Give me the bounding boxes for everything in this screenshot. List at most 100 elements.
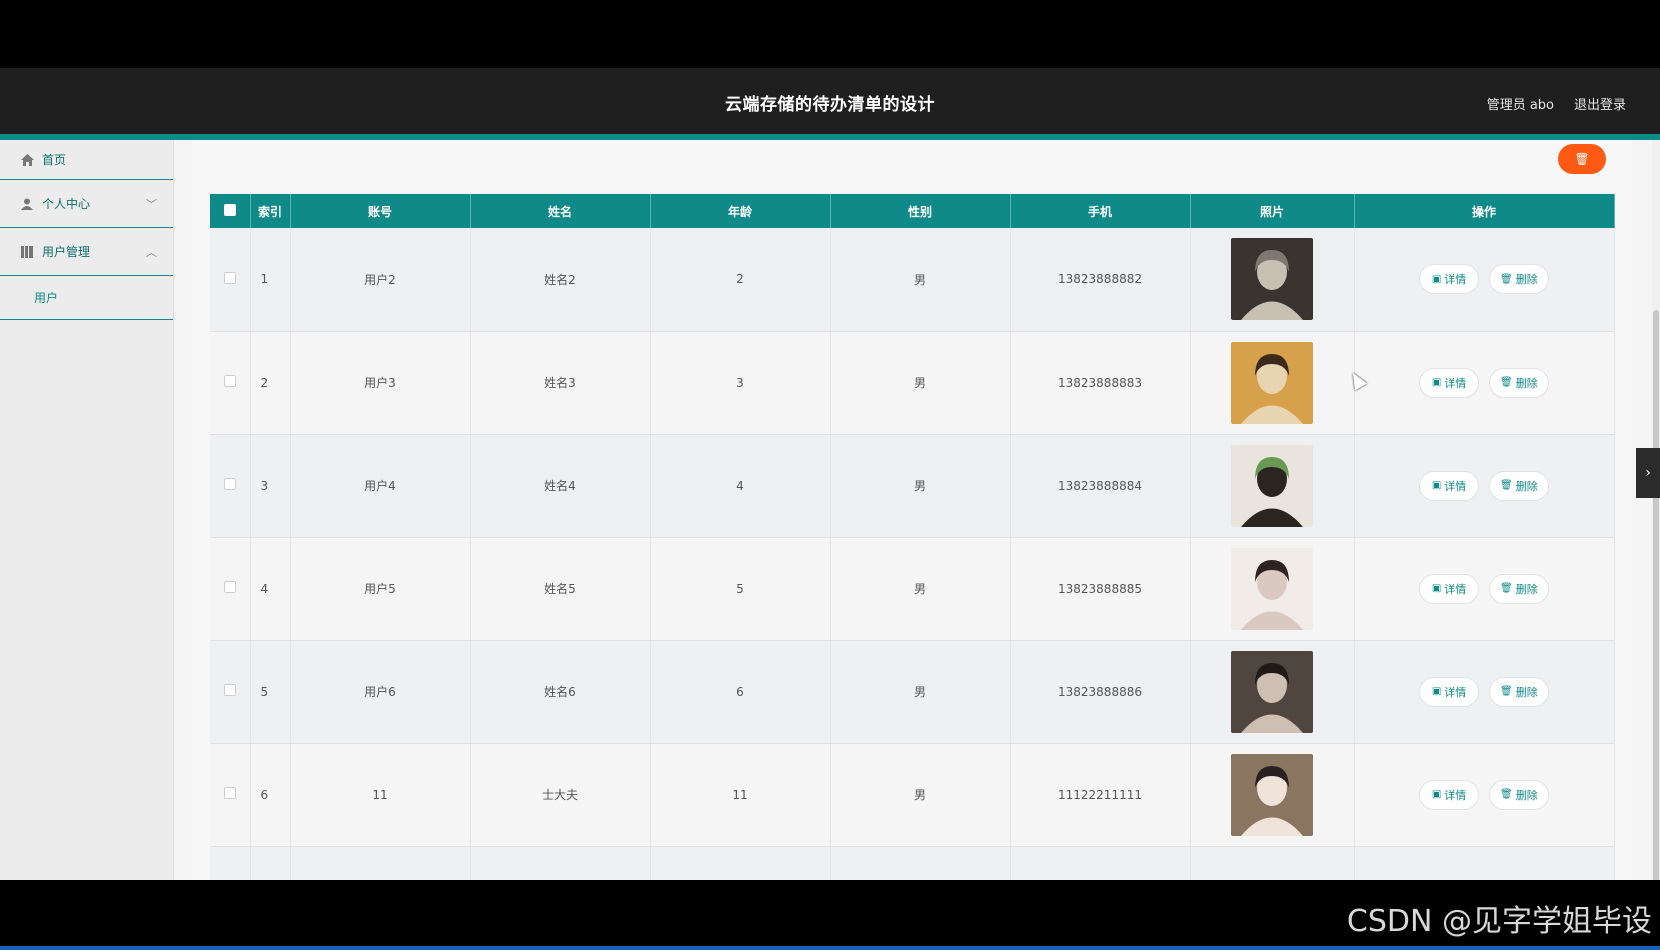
sidebar-item-home[interactable]: 首页 bbox=[0, 140, 173, 180]
user-photo bbox=[1231, 238, 1313, 321]
name-cell: 士大夫 bbox=[470, 743, 651, 847]
name-cell: 姓名2 bbox=[470, 228, 651, 332]
row-checkbox[interactable] bbox=[223, 581, 236, 593]
sidebar-item-label: 首页 bbox=[42, 153, 67, 167]
age-cell: 6 bbox=[650, 640, 831, 744]
user-photo bbox=[1231, 341, 1313, 424]
detail-button[interactable]: ▣ 详情 bbox=[1419, 367, 1480, 398]
col-header-gender: 性别 bbox=[830, 194, 1011, 228]
name-cell: 姓名5 bbox=[470, 537, 651, 641]
user-photo bbox=[1231, 444, 1313, 527]
sidebar-subitem-user[interactable]: 用户 bbox=[0, 276, 173, 320]
detail-icon: ▣ bbox=[1431, 273, 1442, 285]
table-header-row: 索引 账号 姓名 年龄 性别 手机 照片 操作 bbox=[210, 194, 1615, 228]
trash-icon: 🗑 bbox=[1574, 152, 1590, 166]
detail-label: 详情 bbox=[1444, 479, 1467, 493]
row-checkbox[interactable] bbox=[223, 787, 236, 799]
delete-label: 删除 bbox=[1515, 582, 1538, 596]
user-photo bbox=[1231, 547, 1313, 630]
trash-icon: 🗑 bbox=[1500, 273, 1513, 285]
chevron-right-icon: › bbox=[1645, 465, 1651, 481]
delete-button[interactable]: 🗑 删除 bbox=[1488, 367, 1549, 398]
name-cell: 姓名3 bbox=[470, 331, 651, 435]
name-cell: 姓名4 bbox=[470, 434, 651, 538]
age-cell: 4 bbox=[650, 434, 831, 538]
delete-button[interactable]: 🗑 删除 bbox=[1488, 573, 1549, 604]
account-cell: 用户2 bbox=[290, 228, 471, 332]
detail-label: 详情 bbox=[1444, 376, 1467, 390]
row-checkbox[interactable] bbox=[223, 375, 236, 387]
delete-label: 删除 bbox=[1515, 685, 1538, 699]
phone-cell: 13823888886 bbox=[1010, 640, 1191, 744]
table-row: 3 用户4 姓名4 4 男 13823888884 ▣ 详情 🗑 删除 bbox=[210, 434, 1615, 538]
actions-cell: ▣详情 🗑删除 bbox=[1354, 434, 1615, 538]
row-checkbox-cell[interactable] bbox=[210, 331, 251, 435]
detail-button[interactable]: ▣ 详情 bbox=[1419, 573, 1480, 604]
delete-button[interactable]: 🗑 删除 bbox=[1488, 676, 1549, 707]
photo-cell bbox=[1190, 331, 1355, 435]
row-checkbox[interactable] bbox=[223, 684, 236, 696]
user-table: 索引 账号 姓名 年龄 性别 手机 照片 操作 1 用户2 姓名2 2 男 13… bbox=[210, 194, 1615, 880]
sidebar-item-personal[interactable]: 个人中心 ﹀ bbox=[0, 180, 173, 228]
trash-icon: 🗑 bbox=[1500, 583, 1513, 594]
user-photo bbox=[1231, 753, 1313, 836]
screen-top-bar bbox=[0, 0, 1660, 68]
detail-button[interactable]: ▣ 详情 bbox=[1419, 676, 1480, 707]
table-row: 4 用户5 姓名5 5 男 13823888885 ▣ 详情 🗑 删除 bbox=[210, 537, 1615, 641]
row-checkbox-cell[interactable] bbox=[210, 743, 251, 847]
account-cell: 用户6 bbox=[290, 640, 471, 744]
batch-delete-button[interactable]: 🗑 bbox=[1558, 144, 1606, 174]
account-cell: 用户4 bbox=[290, 434, 471, 538]
actions-cell: ▣详情 🗑删除 bbox=[1354, 537, 1615, 641]
select-all-cell[interactable] bbox=[210, 194, 251, 228]
detail-button[interactable]: ▣ 详情 bbox=[1419, 264, 1480, 295]
sidebar-item-label: 个人中心 bbox=[42, 197, 91, 211]
col-header-account: 账号 bbox=[290, 194, 471, 228]
app-title: 云端存储的待办清单的设计 bbox=[725, 95, 935, 115]
age-cell: 3 bbox=[650, 331, 831, 435]
row-checkbox[interactable] bbox=[223, 478, 236, 490]
gender-cell: 男 bbox=[830, 228, 1011, 332]
age-cell: 2 bbox=[650, 228, 831, 332]
scrollbar-thumb[interactable] bbox=[1653, 310, 1659, 950]
phone-cell: 11122222222 bbox=[1010, 846, 1191, 880]
account-cell: 11 bbox=[290, 743, 471, 847]
trash-icon: 🗑 bbox=[1500, 686, 1513, 697]
delete-button[interactable]: 🗑 删除 bbox=[1488, 779, 1549, 810]
account-cell: 用户5 bbox=[290, 537, 471, 641]
row-checkbox-cell[interactable] bbox=[210, 846, 251, 880]
table-body: 1 用户2 姓名2 2 男 13823888882 ▣ 详情 🗑 删除 2 用户3 … bbox=[210, 228, 1615, 880]
side-expand-tab[interactable]: › bbox=[1636, 448, 1660, 498]
user-icon bbox=[20, 197, 34, 211]
gender-cell: 男 bbox=[830, 434, 1011, 538]
logout-link[interactable]: 退出登录 bbox=[1574, 94, 1626, 113]
bottom-accent-line bbox=[0, 946, 1660, 950]
grid-icon bbox=[20, 245, 34, 259]
photo-cell bbox=[1190, 434, 1355, 538]
index-cell: 3 bbox=[250, 434, 291, 538]
row-checkbox-cell[interactable] bbox=[210, 228, 251, 332]
detail-button[interactable]: ▣ 详情 bbox=[1419, 470, 1480, 501]
phone-cell: 13823888884 bbox=[1010, 434, 1191, 538]
age-cell: 5 bbox=[650, 537, 831, 641]
index-cell: 2 bbox=[250, 331, 291, 435]
row-checkbox-cell[interactable] bbox=[210, 537, 251, 641]
select-all-checkbox[interactable] bbox=[223, 203, 236, 216]
detail-icon: ▣ bbox=[1431, 789, 1442, 800]
photo-cell bbox=[1190, 640, 1355, 744]
detail-button[interactable]: ▣ 详情 bbox=[1419, 779, 1480, 810]
app-body: 首页 个人中心 ﹀ 用户管理 ︿ 用户 🗑 索引 账号 姓名 年龄 性别 手机 … bbox=[0, 140, 1660, 880]
row-checkbox[interactable] bbox=[223, 271, 236, 284]
trash-icon: 🗑 bbox=[1500, 789, 1513, 800]
row-checkbox-cell[interactable] bbox=[210, 434, 251, 538]
sidebar-item-user-management[interactable]: 用户管理 ︿ bbox=[0, 228, 173, 276]
gender-cell: 男 bbox=[830, 331, 1011, 435]
sidebar: 首页 个人中心 ﹀ 用户管理 ︿ 用户 bbox=[0, 140, 174, 880]
detail-label: 详情 bbox=[1444, 273, 1467, 287]
delete-button[interactable]: 🗑 删除 bbox=[1488, 470, 1549, 501]
phone-cell: 13823888885 bbox=[1010, 537, 1191, 641]
delete-button[interactable]: 🗑 删除 bbox=[1488, 264, 1549, 295]
vertical-scrollbar[interactable] bbox=[1652, 140, 1660, 950]
row-checkbox-cell[interactable] bbox=[210, 640, 251, 744]
phone-cell: 11122211111 bbox=[1010, 743, 1191, 847]
